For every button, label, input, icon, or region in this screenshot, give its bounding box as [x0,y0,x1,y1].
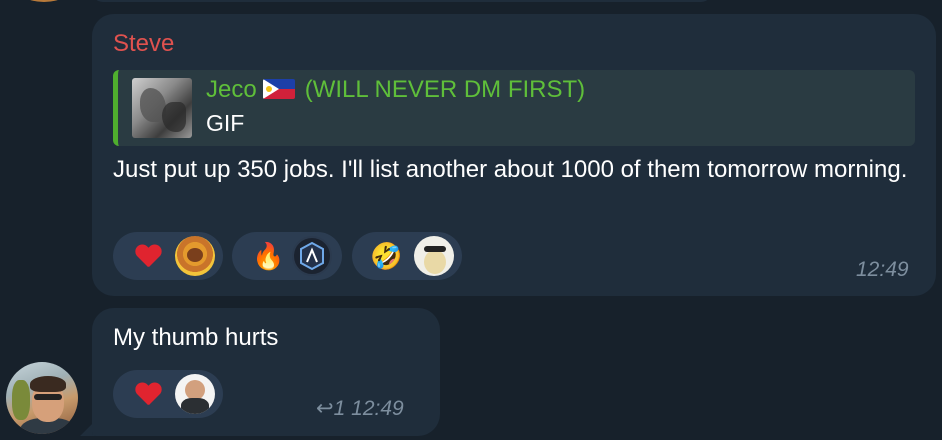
reactor-avatar [292,236,332,276]
reply-author-tag: (WILL NEVER DM FIRST) [304,76,586,103]
reply-author-name: Jeco [206,76,257,103]
message-text: Just put up 350 jobs. I'll list another … [113,156,908,183]
message-text: My thumb hurts [113,324,279,351]
message-time: 12:49 [351,397,404,420]
sender-avatar[interactable] [6,362,78,434]
sender-name[interactable]: Steve [113,30,174,58]
heart-icon [135,245,161,269]
reply-arrow-icon: ↩ [316,397,334,420]
reply-quote[interactable]: Jeco (WILL NEVER DM FIRST) GIF [113,70,915,146]
reactor-avatar [175,374,215,414]
rofl-icon: 🤣 [370,241,403,271]
reactor-avatar [414,236,454,276]
reply-text: GIF [206,110,245,136]
reaction-fire[interactable]: 🔥 [232,232,342,280]
reaction-rofl[interactable]: 🤣 [352,232,462,280]
message-time: 12:49 [856,258,909,281]
reaction-heart[interactable] [113,370,223,418]
reply-author: Jeco (WILL NEVER DM FIRST) [206,76,585,104]
previous-avatar[interactable] [14,0,74,2]
reply-count[interactable]: ↩1 12:49 [316,396,404,421]
reaction-heart[interactable] [113,232,223,280]
reactor-avatar [175,236,215,276]
fire-icon: 🔥 [252,241,285,271]
philippines-flag-icon [262,79,295,99]
heart-icon [135,383,161,407]
chat-view: Steve Jeco (WILL NEVER DM FIRST) GIF Just… [0,0,942,440]
previous-message-bubble[interactable] [92,0,712,2]
gif-thumbnail [132,78,192,138]
